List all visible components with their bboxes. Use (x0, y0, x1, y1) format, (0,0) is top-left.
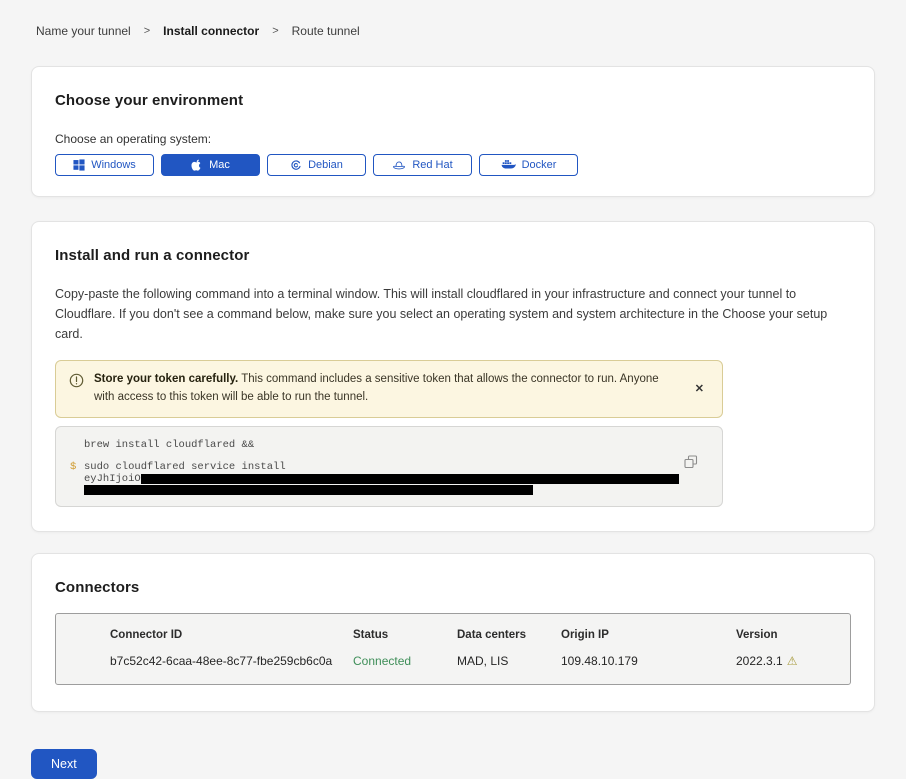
breadcrumb-install-connector[interactable]: Install connector (163, 24, 259, 38)
redhat-logo-icon (392, 160, 406, 171)
connectors-table: Connector ID Status Data centers Origin … (55, 613, 851, 685)
footer: Next (31, 749, 875, 779)
code-line: brew install cloudflared && (70, 440, 682, 452)
shell-prompt: $ (70, 462, 84, 474)
column-header-origin-ip: Origin IP (561, 629, 736, 641)
alert-circle-icon (69, 373, 84, 395)
close-icon[interactable]: ✕ (689, 380, 710, 397)
connectors-card: Connectors Connector ID Status Data cent… (31, 553, 875, 712)
column-header-connector-id: Connector ID (110, 629, 353, 641)
install-command-code-block: brew install cloudflared && $ sudo cloud… (55, 426, 723, 508)
docker-logo-icon (501, 159, 516, 171)
redacted-token-bar (84, 485, 533, 495)
connectors-card-title: Connectors (55, 579, 851, 596)
choose-environment-card: Choose your environment Choose an operat… (31, 66, 875, 197)
token-prefix: eyJhIjoiO (84, 474, 141, 486)
os-button-windows[interactable]: Windows (55, 154, 154, 176)
warning-triangle-icon: ⚠ (787, 654, 798, 668)
install-connector-card: Install and run a connector Copy-paste t… (31, 221, 875, 532)
table-row: b7c52c42-6caa-48ee-8c77-fbe259cb6c0a Con… (110, 654, 830, 668)
origin-ip-value: 109.48.10.179 (561, 654, 736, 668)
breadcrumb-name-your-tunnel[interactable]: Name your tunnel (36, 24, 131, 38)
breadcrumb-separator: > (144, 25, 150, 37)
apple-logo-icon (191, 159, 203, 172)
version-value: 2022.3.1 ⚠ (736, 654, 830, 668)
table-header-row: Connector ID Status Data centers Origin … (110, 629, 830, 641)
token-warning-banner: Store your token carefully. This command… (55, 360, 723, 418)
os-button-docker[interactable]: Docker (479, 154, 578, 176)
breadcrumb-route-tunnel[interactable]: Route tunnel (292, 24, 360, 38)
code-line: $ sudo cloudflared service install (70, 462, 682, 474)
connector-id-value: b7c52c42-6caa-48ee-8c77-fbe259cb6c0a (110, 654, 353, 668)
breadcrumb: Name your tunnel > Install connector > R… (0, 0, 906, 38)
environment-card-title: Choose your environment (55, 92, 851, 109)
column-header-data-centers: Data centers (457, 629, 561, 641)
windows-logo-icon (73, 159, 85, 171)
code-line (70, 485, 682, 495)
code-command-1: brew install cloudflared && (84, 440, 254, 452)
os-button-redhat[interactable]: Red Hat (373, 154, 472, 176)
os-button-label: Windows (91, 159, 136, 171)
os-button-label: Red Hat (412, 159, 452, 171)
os-select-label: Choose an operating system: (55, 132, 851, 146)
os-button-mac[interactable]: Mac (161, 154, 260, 176)
warning-text: Store your token carefully. This command… (94, 371, 679, 407)
data-centers-value: MAD, LIS (457, 654, 561, 668)
copy-command-button[interactable] (682, 453, 700, 474)
column-header-version: Version (736, 629, 830, 641)
copy-icon (684, 457, 698, 472)
next-button[interactable]: Next (31, 749, 97, 779)
os-button-label: Mac (209, 159, 230, 171)
status-badge: Connected (353, 654, 457, 668)
install-card-title: Install and run a connector (55, 247, 851, 264)
os-button-label: Debian (308, 159, 343, 171)
code-command-2: sudo cloudflared service install (84, 462, 286, 474)
breadcrumb-separator: > (272, 25, 278, 37)
os-button-row: Windows Mac Debian (55, 154, 851, 176)
warning-title: Store your token carefully. (94, 373, 238, 385)
code-line: eyJhIjoiO (70, 474, 682, 486)
os-button-label: Docker (522, 159, 557, 171)
redacted-token-bar (141, 474, 679, 484)
install-description: Copy-paste the following command into a … (55, 284, 850, 344)
debian-logo-icon (290, 159, 302, 171)
column-header-status: Status (353, 629, 457, 641)
os-button-debian[interactable]: Debian (267, 154, 366, 176)
